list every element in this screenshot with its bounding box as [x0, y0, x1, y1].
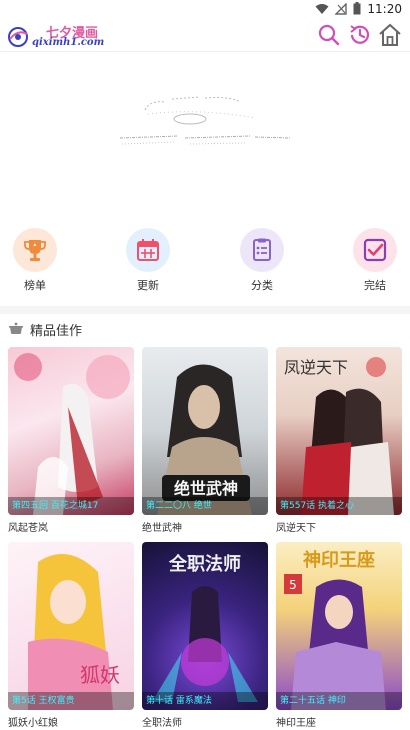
svg-text:狐妖: 狐妖 [80, 663, 120, 687]
cover-art: 凤逆天下 [284, 357, 394, 515]
chapter-label: 第四五回 百花之城17 [8, 497, 134, 515]
category-completed[interactable]: 完结 [345, 228, 405, 293]
battery-icon [353, 0, 361, 19]
status-time: 11:20 [367, 2, 402, 16]
category-label: 榜单 [24, 279, 46, 292]
app-logo[interactable]: 七夕漫画 qiximh1.com [6, 20, 106, 50]
category-label: 更新 [137, 279, 159, 292]
category-label: 分类 [251, 279, 273, 292]
checkbox-icon [353, 228, 397, 272]
comic-title: 凤逆天下 [276, 523, 316, 534]
banner-placeholder-graphic [119, 96, 291, 145]
logo-url: qiximh1.com [32, 37, 105, 48]
banner-carousel[interactable] [0, 52, 410, 222]
category-bar: 榜单 更新 分类 完结 [0, 228, 410, 300]
comic-card[interactable]: 全职法师 第十话 雷系魔法 全职法师 [142, 542, 268, 729]
comic-title: 风起苍岚 [8, 523, 48, 534]
comic-card[interactable]: 第四五回 百花之城17 风起苍岚 [8, 347, 134, 534]
svg-text:凤逆天下: 凤逆天下 [284, 358, 348, 377]
search-icon[interactable] [316, 22, 342, 48]
chapter-label: 第十话 雷系魔法 [142, 692, 268, 710]
section-header: 精品佳作 [8, 318, 82, 340]
comic-card[interactable]: 狐妖 第5话 王权富贵 狐妖小红娘 [8, 542, 134, 729]
section-title: 精品佳作 [30, 323, 83, 339]
pot-icon [8, 320, 24, 339]
category-genres[interactable]: 分类 [232, 228, 292, 293]
svg-text:全职法师: 全职法师 [168, 553, 241, 575]
svg-text:绝世武神: 绝世武神 [174, 479, 238, 498]
status-bar: 11:20 [0, 0, 410, 18]
comic-cover[interactable]: 绝世武神 第二二〇八 绝世 [142, 347, 268, 515]
comic-card[interactable]: 凤逆天下 第557话 执着之心 凤逆天下 [276, 347, 402, 534]
trophy-icon [13, 228, 57, 272]
category-rankings[interactable]: 榜单 [5, 228, 65, 293]
category-updates[interactable]: 更新 [118, 228, 178, 293]
chapter-label: 第二二〇八 绝世 [142, 497, 268, 515]
signal-icon [334, 0, 348, 19]
wifi-icon [315, 0, 329, 19]
comic-card[interactable]: 神印王座 5 第二十五话 神印 神印王座 [276, 542, 402, 729]
svg-text:5: 5 [289, 578, 297, 592]
comic-title: 绝世武神 [142, 523, 182, 534]
comic-title: 神印王座 [276, 718, 316, 729]
cover-art: 狐妖 [28, 554, 120, 710]
svg-text:神印王座: 神印王座 [303, 549, 375, 571]
cover-art: 神印王座 5 [284, 549, 386, 710]
chapter-label: 第5话 王权富贵 [8, 692, 134, 710]
cover-art: 全职法师 [152, 553, 258, 702]
comic-cover[interactable]: 神印王座 5 第二十五话 神印 [276, 542, 402, 710]
category-label: 完结 [364, 279, 386, 292]
comic-title: 狐妖小红娘 [8, 718, 58, 729]
comic-cover[interactable]: 第四五回 百花之城17 [8, 347, 134, 515]
home-icon[interactable] [377, 22, 403, 48]
logo-emblem-icon [8, 27, 28, 47]
list-icon [240, 228, 284, 272]
app-header: 七夕漫画 qiximh1.com [0, 18, 410, 52]
section-divider [0, 306, 410, 314]
comic-cover[interactable]: 凤逆天下 第557话 执着之心 [276, 347, 402, 515]
comic-cover[interactable]: 狐妖 第5话 王权富贵 [8, 542, 134, 710]
cover-art [14, 353, 130, 515]
status-icons: 11:20 [315, 1, 402, 17]
cover-art: 绝世武神 [157, 364, 252, 515]
calendar-icon [126, 228, 170, 272]
chapter-label: 第二十五话 神印 [276, 692, 402, 710]
comic-title: 全职法师 [142, 718, 182, 729]
comic-cover[interactable]: 全职法师 第十话 雷系魔法 [142, 542, 268, 710]
history-icon[interactable] [347, 22, 373, 48]
chapter-label: 第557话 执着之心 [276, 497, 402, 515]
comic-card[interactable]: 绝世武神 第二二〇八 绝世 绝世武神 [142, 347, 268, 534]
